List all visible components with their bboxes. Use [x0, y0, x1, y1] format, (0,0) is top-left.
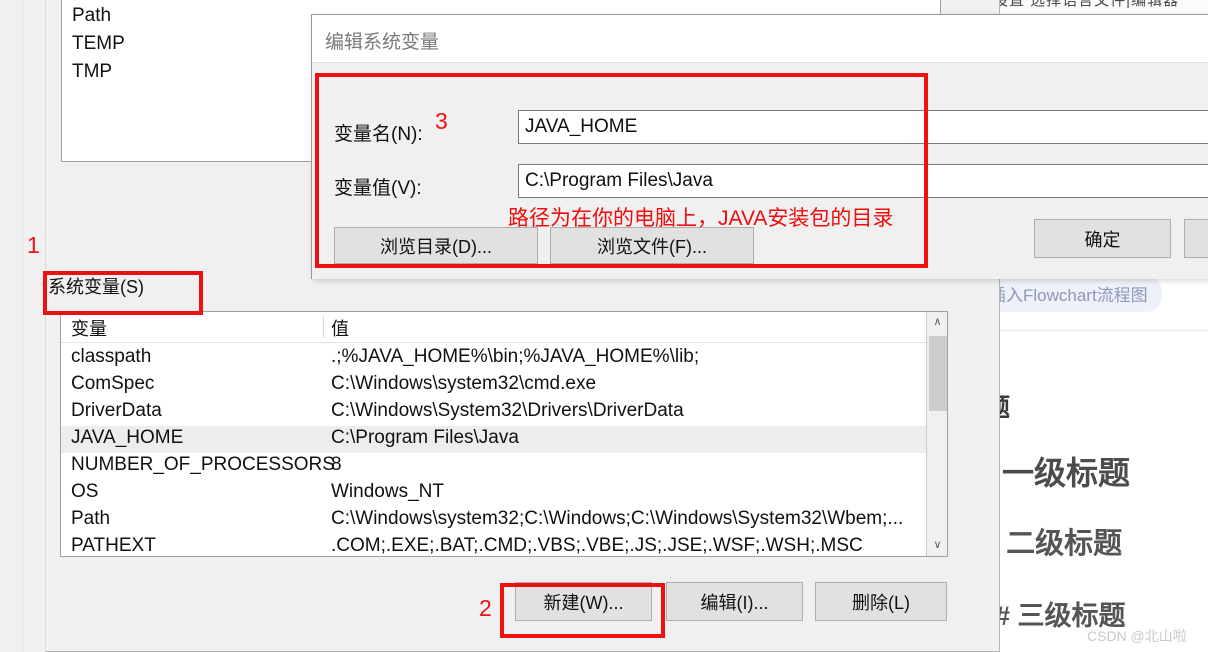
cancel-button[interactable] — [1184, 219, 1208, 258]
edit-system-variable-dialog: 编辑系统变量 变量名(N): 变量值(V): JAVA_HOME C:\Prog… — [311, 14, 1208, 279]
table-row[interactable]: ComSpec C:\Windows\system32\cmd.exe — [61, 372, 927, 399]
cell-value: 8 — [331, 454, 342, 475]
system-variables-table[interactable]: 变量 值 classpath .;%JAVA_HOME%\bin;%JAVA_H… — [60, 311, 948, 557]
system-variables-group-line — [41, 283, 45, 284]
editor-toolbar-text: 设置 选择语言文件|编辑器 — [993, 0, 1180, 9]
table-row[interactable]: classpath .;%JAVA_HOME%\bin;%JAVA_HOME%\… — [61, 345, 927, 372]
editor-heading-h1: 一级标题 — [1002, 455, 1131, 491]
cell-variable: ComSpec — [71, 373, 155, 394]
cell-value: C:\Windows\system32;C:\Windows;C:\Window… — [331, 508, 904, 529]
user-var-name-3[interactable]: TMP — [72, 61, 112, 83]
browse-file-button[interactable]: 浏览文件(F)... — [550, 227, 754, 264]
table-row[interactable]: DriverData C:\Windows\System32\Drivers\D… — [61, 399, 927, 426]
cell-value: C:\Windows\system32\cmd.exe — [331, 373, 597, 394]
browse-directory-button[interactable]: 浏览目录(D)... — [334, 227, 538, 264]
table-row[interactable]: PATHEXT .COM;.EXE;.BAT;.CMD;.VBS;.VBE;.J… — [61, 534, 927, 556]
csdn-watermark: CSDN @北山啦 — [1087, 628, 1187, 644]
cell-value: C:\Program Files\Java — [331, 427, 519, 448]
variable-name-input[interactable]: JAVA_HOME — [518, 110, 1208, 144]
editor-divider — [985, 330, 1208, 331]
dialog-title-bar: 编辑系统变量 — [312, 15, 1208, 63]
annotation-number-3: 3 — [435, 108, 448, 134]
cell-value: .COM;.EXE;.BAT;.CMD;.VBS;.VBE;.JS;.JSE;.… — [331, 535, 863, 556]
screenshot-root: 设置 选择语言文件|编辑器 插入Flowchart流程图 题 一级标题 # 二级… — [0, 0, 1208, 652]
delete-variable-button[interactable]: 删除(L) — [815, 582, 947, 621]
annotation-number-1: 1 — [27, 232, 40, 258]
user-var-name-2[interactable]: TEMP — [72, 33, 125, 55]
annotation-note-text: 路径为在你的电脑上，JAVA安装包的目录 — [508, 207, 894, 230]
table-row[interactable]: OS Windows_NT — [61, 480, 927, 507]
insert-flowchart-chip[interactable]: 插入Flowchart流程图 — [985, 276, 1162, 312]
scroll-up-arrow-icon[interactable]: ∧ — [927, 312, 947, 333]
dialog-body: 变量名(N): 变量值(V): JAVA_HOME C:\Program Fil… — [312, 64, 1208, 279]
column-divider — [323, 316, 324, 338]
cell-variable: classpath — [71, 346, 152, 367]
cell-variable: JAVA_HOME — [71, 427, 184, 448]
cell-value: Windows_NT — [331, 481, 444, 502]
cell-variable: DriverData — [71, 400, 162, 421]
variable-name-label: 变量名(N): — [334, 124, 423, 145]
ok-button[interactable]: 确定 — [1034, 219, 1171, 258]
window-left-band — [0, 0, 46, 652]
column-header-variable[interactable]: 变量 — [71, 315, 107, 341]
cell-variable: Path — [71, 508, 111, 529]
cell-variable: PATHEXT — [71, 535, 156, 556]
new-variable-button[interactable]: 新建(W)... — [515, 582, 652, 621]
dialog-title: 编辑系统变量 — [325, 32, 440, 53]
table-row-selected[interactable]: JAVA_HOME C:\Program Files\Java — [61, 426, 927, 453]
scrollbar-thumb[interactable] — [929, 336, 947, 411]
user-var-name-1[interactable]: Path — [72, 5, 111, 27]
variable-value-input[interactable]: C:\Program Files\Java — [518, 164, 1208, 198]
cell-value: C:\Windows\System32\Drivers\DriverData — [331, 400, 684, 421]
edit-variable-button[interactable]: 编辑(I)... — [666, 582, 803, 621]
column-header-value[interactable]: 值 — [331, 315, 349, 341]
variable-value-label: 变量值(V): — [334, 178, 422, 199]
editor-heading-h2: # 二级标题 — [985, 528, 1123, 560]
table-scrollbar[interactable]: ∧ ∨ — [926, 312, 947, 556]
system-variables-group-label: 系统变量(S) — [48, 277, 144, 297]
cell-variable: OS — [71, 481, 99, 502]
table-row[interactable]: NUMBER_OF_PROCESSORS 8 — [61, 453, 927, 480]
table-header-row: 变量 值 — [61, 312, 927, 343]
annotation-number-2: 2 — [479, 595, 492, 621]
table-row[interactable]: Path C:\Windows\system32;C:\Windows;C:\W… — [61, 507, 927, 534]
cell-value: .;%JAVA_HOME%\bin;%JAVA_HOME%\lib; — [331, 346, 700, 367]
cell-variable: NUMBER_OF_PROCESSORS — [71, 454, 335, 475]
scroll-down-arrow-icon[interactable]: ∨ — [927, 535, 947, 556]
